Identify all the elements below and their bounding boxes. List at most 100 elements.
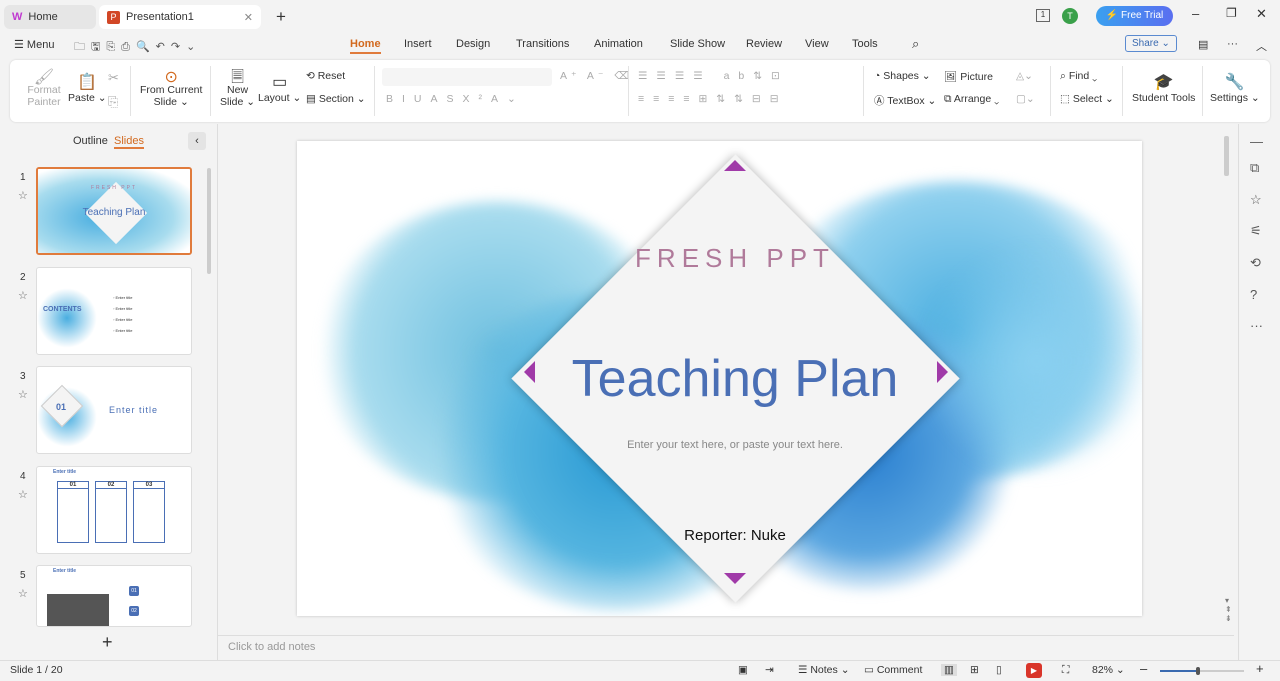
zoom-level[interactable]: 82% ⌄ xyxy=(1092,664,1125,676)
section-button[interactable]: ▤ Section ⌄ xyxy=(306,93,366,105)
slide-design-icon[interactable]: ⧉ xyxy=(1250,160,1259,176)
slide-reporter[interactable]: Reporter: Nuke xyxy=(585,527,885,544)
star-icon[interactable]: ☆ xyxy=(1250,192,1262,208)
outline-icon[interactable]: ▢⌄ xyxy=(1016,93,1035,105)
new-slide-button[interactable]: 🗏 New Slide ⌄ xyxy=(220,70,255,109)
font-size-buttons[interactable]: A⁺ A⁻ ⌫ xyxy=(560,70,633,82)
picture-button[interactable]: 🖼 Picture xyxy=(944,70,993,83)
tab-insert[interactable]: Insert xyxy=(404,38,432,50)
find-button[interactable]: ⌕ Find ⌄ xyxy=(1060,70,1097,83)
history-icon[interactable]: ⟲ xyxy=(1250,255,1261,271)
slide-title[interactable]: Teaching Plan xyxy=(485,349,985,409)
align-buttons[interactable]: ≡≡≡≡⊞⇅⇅⊟⊟ xyxy=(638,93,788,105)
format-painter-button[interactable]: 🖌 Format Painter xyxy=(26,70,62,109)
share-button[interactable]: Share ⌄ xyxy=(1125,35,1177,52)
copy-icon[interactable]: ⎘ xyxy=(108,94,118,110)
slide-thumbnail[interactable]: Enter title 01 02 xyxy=(36,565,192,627)
close-window-button[interactable]: ✕ xyxy=(1256,6,1267,22)
slides-tab[interactable]: Slides xyxy=(114,135,144,149)
star-icon[interactable]: ☆ xyxy=(18,488,28,501)
tab-home[interactable]: W Home xyxy=(4,5,96,29)
slide-number: 4 xyxy=(20,471,26,482)
font-format-buttons[interactable]: BIUASX²A⌄ xyxy=(386,93,525,105)
ppt-icon: P xyxy=(107,10,120,24)
cut-icon[interactable]: ✂ xyxy=(108,70,119,86)
new-tab-button[interactable]: + xyxy=(276,7,286,27)
minimize-pane-icon[interactable]: — xyxy=(1250,134,1263,149)
thumb-kicker: FRESH PPT xyxy=(90,185,138,191)
quick-access-icons[interactable]: 🗀🖫⎘⎙🔍↶↷⌄ xyxy=(74,38,201,57)
close-tab-icon[interactable]: ✕ xyxy=(244,11,253,24)
restore-button[interactable]: ❐ xyxy=(1226,6,1237,20)
tab-presentation[interactable]: P Presentation1 ✕ xyxy=(99,5,261,29)
from-current-slide-button[interactable]: ⊙ From Current Slide ⌄ xyxy=(140,70,202,109)
tab-review[interactable]: Review xyxy=(746,38,782,50)
slide-thumbnail[interactable]: CONTENTS ◦ Enter title ◦ Enter title ◦ Ente… xyxy=(36,267,192,355)
slide-thumbnail[interactable]: 01 Enter title xyxy=(36,366,192,454)
collapse-panel-button[interactable]: ‹ xyxy=(188,132,206,150)
arrange-button[interactable]: ⧉ Arrange ⌄ xyxy=(944,93,999,106)
slide-kicker[interactable]: FRESH PPT xyxy=(535,243,935,274)
zoom-in-button[interactable]: + xyxy=(1256,661,1264,676)
thumb-title: CONTENTS xyxy=(43,306,82,313)
wps-logo-icon: W xyxy=(12,11,23,23)
tab-animation[interactable]: Animation xyxy=(594,38,643,50)
paste-button[interactable]: 📋 Paste ⌄ xyxy=(68,72,107,104)
help-icon[interactable]: ? xyxy=(1250,287,1257,302)
tab-slide-show[interactable]: Slide Show xyxy=(670,38,725,50)
panel-scrollbar[interactable] xyxy=(207,168,211,274)
reset-button[interactable]: ⟲ Reset xyxy=(306,70,345,82)
normal-view-icon[interactable]: ▥ xyxy=(941,664,957,676)
sync-icon[interactable]: ⇥ xyxy=(765,664,774,676)
outline-tab[interactable]: Outline xyxy=(73,135,108,147)
star-icon[interactable]: ☆ xyxy=(18,587,28,600)
fit-window-icon[interactable]: ⛶ xyxy=(1062,664,1069,677)
sorter-view-icon[interactable]: ⊞ xyxy=(970,664,979,676)
canvas-scrollbar[interactable] xyxy=(1224,136,1229,176)
reading-view-icon[interactable]: ▯ xyxy=(996,664,1002,676)
avatar[interactable]: T xyxy=(1062,8,1078,24)
slide-body[interactable]: Enter your text here, or paste your text… xyxy=(535,439,935,451)
settings-button[interactable]: 🔧 Settings ⌄ xyxy=(1210,72,1260,104)
collapse-ribbon-icon[interactable]: ︿ xyxy=(1256,38,1267,54)
star-icon[interactable]: ☆ xyxy=(18,189,28,202)
textbox-button[interactable]: Ⓐ TextBox ⌄ xyxy=(874,93,936,108)
star-icon[interactable]: ☆ xyxy=(18,388,28,401)
select-button[interactable]: ⬚ Select ⌄ xyxy=(1060,93,1114,105)
free-trial-button[interactable]: ⚡ Free Trial xyxy=(1096,6,1173,26)
student-tools-button[interactable]: 🎓 Student Tools xyxy=(1132,72,1195,104)
protect-icon[interactable]: ▣ xyxy=(738,664,748,676)
minimize-button[interactable]: – xyxy=(1192,6,1199,21)
menu-button[interactable]: ☰ Menu xyxy=(14,38,54,51)
properties-icon[interactable]: ⚟ xyxy=(1250,223,1262,239)
paragraph-buttons[interactable]: ☰☰☰☰ ab⇅⊡ xyxy=(638,70,789,82)
font-selector[interactable] xyxy=(382,68,552,86)
tab-view[interactable]: View xyxy=(805,38,829,50)
notes-input[interactable]: Click to add notes xyxy=(228,641,315,653)
fill-icon[interactable]: ◬⌄ xyxy=(1016,70,1033,82)
shapes-button[interactable]: ◔ Shapes ⌄ xyxy=(874,70,931,82)
star-icon[interactable]: ☆ xyxy=(18,289,28,302)
thumb-col: 03 xyxy=(134,482,164,489)
zoom-slider[interactable] xyxy=(1160,667,1244,675)
comment-icon[interactable]: ▤ xyxy=(1198,38,1208,51)
window-count-icon[interactable]: 1 xyxy=(1036,9,1050,22)
tab-tools[interactable]: Tools xyxy=(852,38,878,50)
notes-button[interactable]: ☰ Notes ⌄ xyxy=(798,664,850,676)
more-icon[interactable]: ··· xyxy=(1227,38,1238,50)
layout-button[interactable]: ▭ Layout ⌄ xyxy=(258,72,301,104)
add-slide-button[interactable]: + xyxy=(102,632,113,653)
slide-canvas[interactable]: FRESH PPT Teaching Plan Enter your text … xyxy=(297,141,1142,616)
more-tools-icon[interactable]: ··· xyxy=(1250,318,1263,333)
tab-design[interactable]: Design xyxy=(456,38,490,50)
tab-transitions[interactable]: Transitions xyxy=(516,38,569,50)
slide-thumbnail[interactable]: Enter title 01 02 03 xyxy=(36,466,192,554)
zoom-out-button[interactable]: – xyxy=(1140,661,1147,676)
search-icon[interactable]: ⌕ xyxy=(912,36,919,52)
comment-button[interactable]: ▭ Comment xyxy=(864,664,922,676)
play-slideshow-button[interactable]: ▶ xyxy=(1026,663,1042,678)
page-nav-arrows[interactable]: ▾ ⇞ ⇟ xyxy=(1225,596,1232,623)
tab-home-ribbon[interactable]: Home xyxy=(350,38,381,54)
thumb-col: 01 xyxy=(58,482,88,489)
slide-thumbnail[interactable]: FRESH PPT Teaching Plan xyxy=(36,167,192,255)
